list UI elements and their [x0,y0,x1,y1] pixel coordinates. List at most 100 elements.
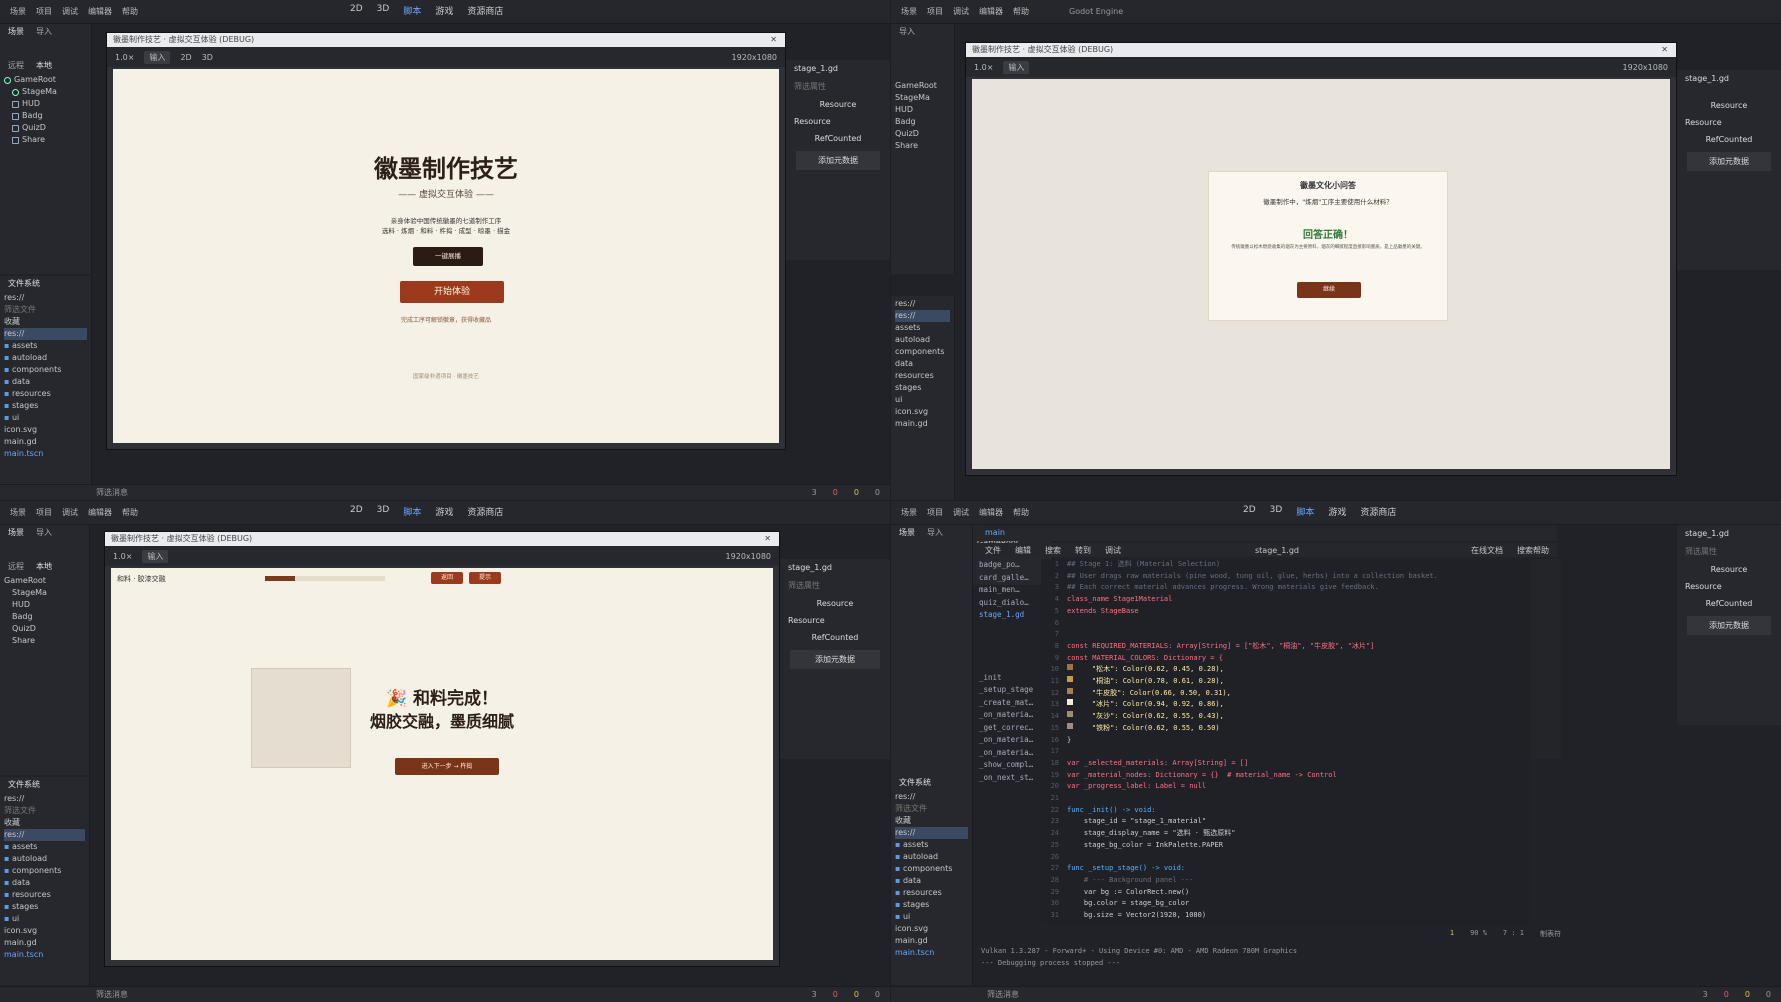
code-line[interactable]: 15 "铁粉": Color(0.62, 0.55, 0.50) [1041,722,1531,735]
fs-root[interactable]: res:// [895,310,950,322]
favorites[interactable]: 收藏 [4,817,85,829]
code-line[interactable]: 3 ## Each correct material advances progr… [1041,582,1531,594]
refcounted-section[interactable]: RefCounted [780,629,890,646]
code-editor[interactable]: 1 ## Stage 1: 选料 (Material Selection) 2 ## … [1041,559,1531,924]
method-list-item[interactable]: _on_materia… [979,709,1037,722]
menu-editor[interactable]: 编辑器 [979,507,1003,518]
tab-scene[interactable]: 场景 [8,527,24,538]
menu-project[interactable]: 项目 [36,507,52,518]
workspace-game[interactable]: 游戏 [1328,505,1346,518]
menu-scene[interactable]: 场景 [901,6,917,17]
method-list-item[interactable]: _on_next_st… [979,772,1037,785]
menu-scene[interactable]: 场景 [10,6,26,17]
input-button[interactable]: 输入 [1003,60,1030,74]
back-button[interactable]: 返回 [431,572,463,584]
tree-node[interactable]: QuizD [895,128,950,140]
code-line[interactable]: 28 # --- Background panel --- [1041,875,1531,887]
script-list-item[interactable]: badge_po… [979,559,1037,572]
log-count[interactable]: 3 [812,990,817,999]
workspace-script[interactable]: 脚本 [403,4,421,17]
method-list-item[interactable]: _on_materia… [979,747,1037,760]
workspace-3d[interactable]: 3D [377,505,390,518]
menu-debug[interactable]: 调试 [1105,545,1121,556]
code-line[interactable]: 24 stage_display_name = "选料 · 甄选原料" [1041,828,1531,840]
tree-node[interactable]: HUD [4,98,87,110]
tab-import[interactable]: 导入 [927,527,943,538]
fs-folder[interactable]: stages [895,899,968,911]
code-line[interactable]: 11 "桐油": Color(0.78, 0.61, 0.28), [1041,676,1531,688]
workspace-assetlib[interactable]: 资源商店 [467,505,503,518]
tab-import[interactable]: 导入 [36,527,52,538]
tab-import[interactable]: 导入 [36,26,52,37]
add-metadata-button[interactable]: 添加元数据 [1687,616,1771,635]
code-line[interactable]: 7 [1041,629,1531,641]
resource-section[interactable]: Resource [786,96,890,113]
inspector-filter[interactable]: 筛选属性 [780,576,890,595]
filesystem-path[interactable]: res:// [4,793,85,805]
mode-2d[interactable]: 2D [180,53,191,62]
fs-folder[interactable]: resources [4,889,85,901]
fs-folder[interactable]: stages [895,382,950,394]
showcase-button[interactable]: 一键展播 [413,247,483,266]
search-help-button[interactable]: 搜索帮助 [1517,545,1557,556]
tab-main[interactable]: main [985,528,1005,537]
filesystem-path[interactable]: res:// [895,791,968,803]
fs-file[interactable]: icon.svg [4,424,87,436]
script-list-item[interactable]: main_men… [979,584,1037,597]
fs-folder[interactable]: assets [895,322,950,334]
menu-editor[interactable]: 编辑器 [88,507,112,518]
fs-folder[interactable]: autoload [895,851,968,863]
fs-folder[interactable]: ui [895,394,950,406]
tree-node[interactable]: GameRoot [895,80,950,92]
menu-debug[interactable]: 调试 [62,507,78,518]
tree-node[interactable]: StageMa [895,92,950,104]
menu-file[interactable]: 文件 [985,545,1001,556]
code-line[interactable]: 21 [1041,793,1531,805]
tree-node[interactable]: StageMa [4,587,85,599]
workspace-2d[interactable]: 2D [350,4,363,17]
tree-node[interactable]: Share [4,635,85,647]
fs-folder[interactable]: components [4,364,87,376]
tab-local[interactable]: 本地 [36,60,52,71]
workspace-2d[interactable]: 2D [1243,505,1256,518]
code-line[interactable]: 6 [1041,618,1531,630]
script-list-item[interactable]: quiz_dialo… [979,597,1037,610]
hint-button[interactable]: 提示 [469,572,501,584]
color-swatch[interactable] [1067,699,1073,706]
fs-folder[interactable]: ui [4,412,87,424]
tab-remote[interactable]: 远程 [8,561,24,572]
fs-folder[interactable]: data [895,358,950,370]
color-swatch[interactable] [1067,676,1073,683]
online-docs-button[interactable]: 在线文档 [1471,545,1503,556]
filesystem-path[interactable]: res:// [4,292,87,304]
refcounted-section[interactable]: RefCounted [1677,595,1781,612]
fs-folder[interactable]: assets [4,340,87,352]
fs-root[interactable]: res:// [895,827,968,839]
menu-help[interactable]: 帮助 [1013,507,1029,518]
favorites[interactable]: 收藏 [4,316,87,328]
warning-indicator[interactable]: 1 [1450,929,1454,939]
code-line[interactable]: 17 [1041,746,1531,758]
code-line[interactable]: 26 [1041,852,1531,864]
code-line[interactable]: 18 var _selected_materials: Array[String]… [1041,758,1531,770]
filesystem-filter[interactable]: 筛选文件 [4,805,85,817]
code-line[interactable]: 31 bg.size = Vector2(1920, 1080) [1041,910,1531,922]
fs-file[interactable]: main.gd [4,436,87,448]
menu-editor[interactable]: 编辑器 [979,6,1003,17]
fs-folder[interactable]: ui [895,911,968,923]
color-swatch[interactable] [1067,711,1073,718]
resource-section[interactable]: Resource [1677,561,1781,578]
code-line[interactable]: 22 func _init() -> void: [1041,805,1531,817]
inspector-filter[interactable]: 筛选属性 [786,77,890,96]
workspace-game[interactable]: 游戏 [435,505,453,518]
workspace-assetlib[interactable]: 资源商店 [1360,505,1396,518]
warning-count[interactable]: 0 [1745,990,1750,999]
minimap[interactable] [1531,559,1561,759]
start-button[interactable]: 开始体验 [400,281,504,303]
fs-folder[interactable]: data [895,875,968,887]
fs-folder[interactable]: data [4,376,87,388]
fs-file[interactable]: main.tscn [4,949,85,961]
tab-local[interactable]: 本地 [36,561,52,572]
error-count[interactable]: 0 [833,488,838,497]
filesystem-path[interactable]: res:// [895,298,950,310]
